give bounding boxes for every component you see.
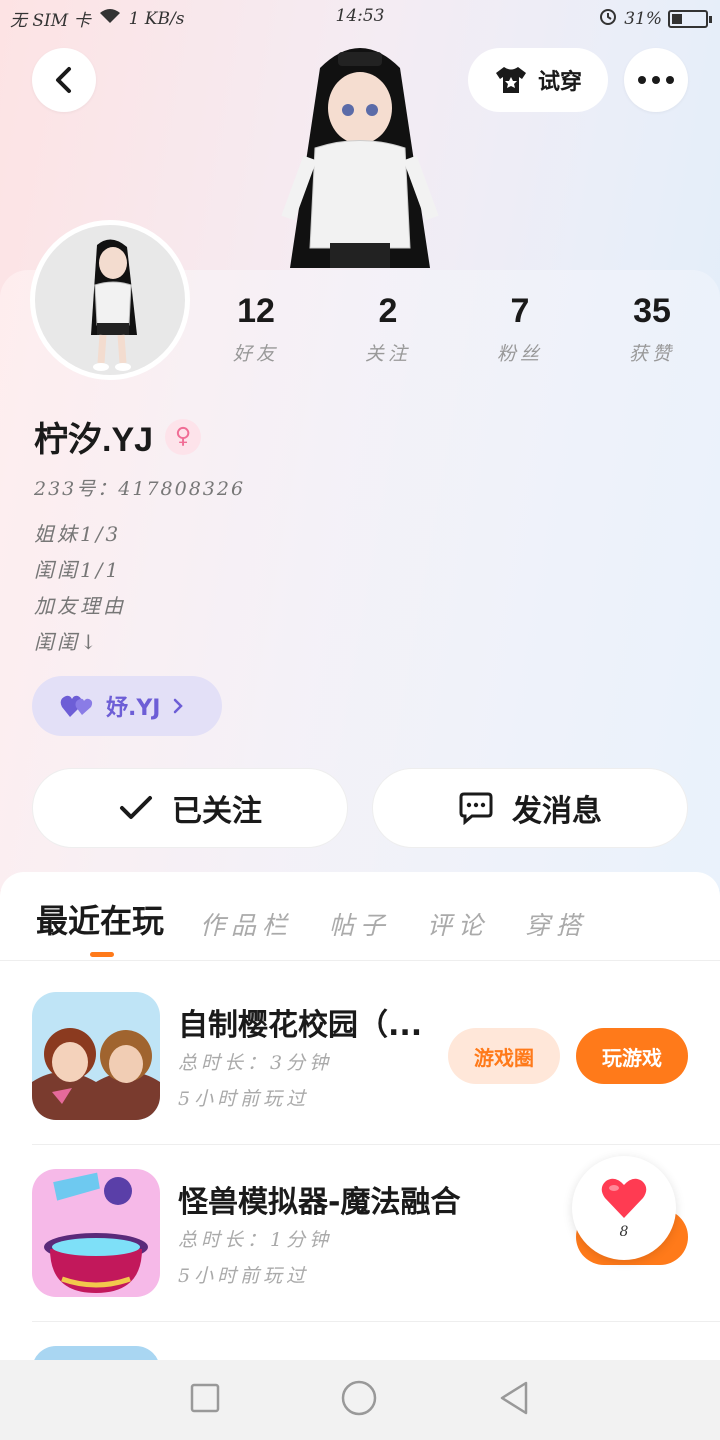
bio-line: 加友理由 <box>34 594 126 618</box>
message-button[interactable]: 发消息 <box>372 768 688 848</box>
recent-apps-icon[interactable] <box>190 1383 220 1417</box>
list-item[interactable] <box>32 1346 720 1360</box>
tab-outfits[interactable]: 穿搭 <box>525 906 587 942</box>
more-button[interactable] <box>624 48 688 112</box>
back-arrow-icon <box>56 67 71 93</box>
tab-posts[interactable]: 帖子 <box>329 906 391 942</box>
divider <box>32 1321 720 1322</box>
tshirt-icon <box>495 67 526 93</box>
game-icon[interactable] <box>32 992 160 1120</box>
divider <box>32 1144 720 1145</box>
try-on-button[interactable]: 试穿 <box>468 48 608 112</box>
chat-bubble-icon <box>459 792 493 825</box>
stat-label: 获赞 <box>628 343 675 365</box>
alarm-icon <box>598 6 618 31</box>
battery-icon <box>668 9 712 28</box>
stats-row: 12 好友 2 关注 7 粉丝 35 获赞 <box>190 292 720 366</box>
divider <box>0 960 720 961</box>
game-last-played: 5小时前玩过 <box>178 1088 310 1110</box>
avatar-3d-model[interactable] <box>280 38 440 274</box>
battery-percent: 31% <box>624 8 662 29</box>
bio: 姐妹1/3 闺闺1/1 加友理由 闺闺↓ <box>34 516 126 660</box>
tab-comments[interactable]: 评论 <box>427 906 489 942</box>
like-count: 8 <box>619 1224 629 1240</box>
status-bar: 无 SIM 卡 1 KB/s 14:53 31% <box>0 0 720 34</box>
game-duration: 总时长：1分钟 <box>178 1229 333 1251</box>
user-id[interactable]: 233号：417808326 <box>34 474 245 501</box>
tab-bar: 最近在玩 作品栏 帖子 评论 穿搭 <box>36 896 623 957</box>
stat-label: 粉丝 <box>496 343 543 365</box>
followed-button[interactable]: 已关注 <box>32 768 348 848</box>
heart-icon <box>601 1178 647 1218</box>
list-item[interactable]: 自制樱花校园（... 总时长：3分钟 5小时前玩过 游戏圈 玩游戏 <box>32 992 720 1168</box>
bio-line: 姐妹1/3 <box>34 522 122 546</box>
game-last-played: 5小时前玩过 <box>178 1265 310 1287</box>
stat-likes[interactable]: 35 获赞 <box>586 292 718 366</box>
cp-relation-badge[interactable]: 妤.YJ <box>32 676 222 736</box>
bio-line: 闺闺↓ <box>34 630 100 654</box>
message-label: 发消息 <box>512 794 602 829</box>
female-gender-icon: ♀ <box>165 418 202 455</box>
followed-label: 已关注 <box>172 794 262 829</box>
username: 柠汐.YJ <box>34 421 154 459</box>
stat-value: 35 <box>633 292 671 330</box>
stat-value: 12 <box>237 292 275 330</box>
game-title: 怪兽模拟器-魔法融合 <box>178 1185 461 1220</box>
home-icon[interactable] <box>340 1379 378 1421</box>
like-button[interactable]: 8 <box>572 1156 676 1260</box>
tab-works[interactable]: 作品栏 <box>200 906 293 942</box>
tab-recent-play[interactable]: 最近在玩 <box>36 896 164 957</box>
system-nav-bar <box>0 1360 720 1440</box>
stat-value: 7 <box>510 292 530 330</box>
double-heart-icon <box>60 695 93 717</box>
back-button[interactable] <box>32 48 96 112</box>
more-dots-icon <box>638 76 674 84</box>
game-duration: 总时长：3分钟 <box>178 1052 333 1074</box>
game-title: 自制樱花校园（... <box>178 1008 423 1043</box>
chevron-right-icon <box>174 698 184 714</box>
bio-line: 闺闺1/1 <box>34 558 122 582</box>
game-icon[interactable] <box>32 1346 160 1360</box>
stat-value: 2 <box>378 292 398 330</box>
cp-name: 妤.YJ <box>106 696 161 721</box>
name-row: 柠汐.YJ ♀ <box>34 412 202 461</box>
game-icon[interactable] <box>32 1169 160 1297</box>
back-nav-icon[interactable] <box>498 1380 530 1420</box>
game-circle-button[interactable]: 游戏圈 <box>448 1028 560 1084</box>
stat-fans[interactable]: 7 粉丝 <box>454 292 586 366</box>
stat-following[interactable]: 2 关注 <box>322 292 454 366</box>
stat-label: 好友 <box>232 343 279 365</box>
play-game-button[interactable]: 玩游戏 <box>576 1028 688 1084</box>
check-icon <box>120 796 152 819</box>
try-on-label: 试穿 <box>537 70 582 95</box>
stat-label: 关注 <box>364 343 411 365</box>
avatar[interactable] <box>30 220 190 380</box>
stat-friends[interactable]: 12 好友 <box>190 292 322 366</box>
